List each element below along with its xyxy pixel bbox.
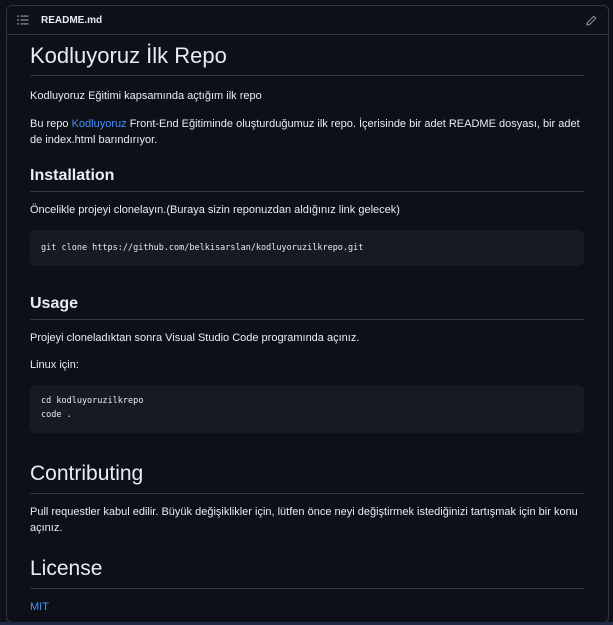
installation-code-block: git clone https://github.com/belkisarsla… [30, 230, 584, 266]
installation-code: git clone https://github.com/belkisarsla… [41, 243, 364, 253]
pencil-icon[interactable] [584, 13, 598, 27]
usage-code-line1: cd kodluyoruzilkrepo [41, 396, 144, 406]
linux-label: Linux için: [30, 359, 79, 371]
file-name: README.md [41, 14, 103, 26]
contributing-text: Pull requestler kabul edilir. Büyük deği… [30, 506, 578, 534]
description-text: Bu repo Kodluyoruz Front-End Eğitiminde … [30, 116, 584, 148]
license-heading: License [30, 556, 584, 589]
list-icon[interactable] [17, 13, 31, 27]
contributing-heading: Contributing [30, 461, 584, 494]
intro-text: Kodluyoruz Eğitimi kapsamında açtığım il… [30, 90, 262, 102]
readme-panel: README.md Kodluyoruz İlk Repo Kodluyoruz… [6, 5, 609, 623]
installation-text: Öncelikle projeyi clonelayın.(Buraya siz… [30, 204, 400, 216]
readme-header: README.md [7, 6, 608, 35]
page-title: Kodluyoruz İlk Repo [30, 43, 584, 76]
installation-heading: Installation [30, 166, 584, 192]
usage-code-block: cd kodluyoruzilkrepo code . [30, 385, 584, 433]
description-pre: Bu repo [30, 118, 72, 130]
readme-content: Kodluyoruz İlk Repo Kodluyoruz Eğitimi k… [7, 43, 608, 615]
mit-license-link[interactable]: MIT [30, 601, 49, 613]
usage-code-line2: code . [41, 410, 72, 420]
usage-text: Projeyi cloneladıktan sonra Visual Studi… [30, 332, 360, 344]
kodluyoruz-link[interactable]: Kodluyoruz [72, 118, 127, 130]
usage-heading: Usage [30, 294, 584, 320]
